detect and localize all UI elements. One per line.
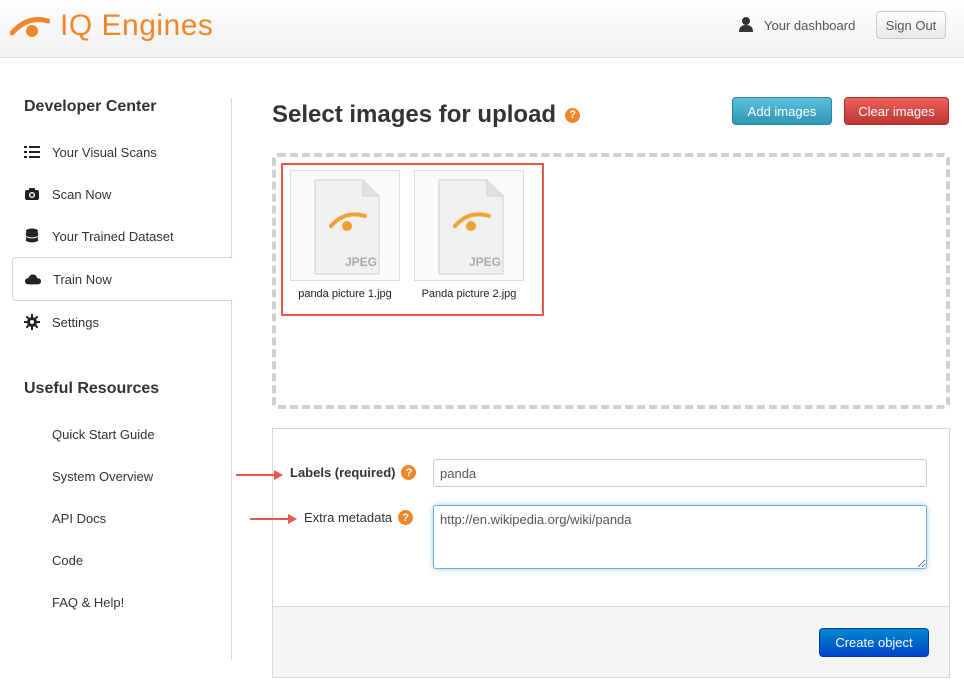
svg-text:JPEG: JPEG xyxy=(469,255,501,269)
sidebar-item-label: Train Now xyxy=(53,271,112,287)
sidebar-item-scan-now[interactable]: Scan Now xyxy=(24,173,111,215)
brand-name: IQ Engines xyxy=(60,9,214,42)
labels-field-label: Labels (required) ? xyxy=(290,465,417,480)
file-name: Panda picture 2.jpg xyxy=(421,288,517,300)
sidebar-item-label: Your Visual Scans xyxy=(52,144,157,160)
cloud-icon xyxy=(25,271,41,287)
resource-link-quick-start[interactable]: Quick Start Guide xyxy=(52,427,155,442)
useful-resources-heading: Useful Resources xyxy=(24,380,160,397)
page-title-text: Select images for upload xyxy=(272,101,557,128)
arrow-right-icon xyxy=(236,470,283,480)
sidebar-item-train-now[interactable]: Train Now xyxy=(12,257,233,301)
brand-logo[interactable]: IQ Engines xyxy=(10,10,213,42)
file-thumbnail[interactable]: JPEG xyxy=(290,170,400,281)
help-icon[interactable]: ? xyxy=(401,465,417,480)
list-icon xyxy=(24,144,40,160)
eye-logo-icon xyxy=(10,11,50,41)
resource-link-system-overview[interactable]: System Overview xyxy=(52,469,153,484)
create-object-button[interactable]: Create object xyxy=(819,628,929,657)
database-icon xyxy=(24,228,40,244)
sidebar-item-label: Scan Now xyxy=(52,186,112,202)
developer-center-heading: Developer Center xyxy=(24,98,157,115)
file-thumbnail[interactable]: JPEG xyxy=(414,170,524,281)
file-name: panda picture 1.jpg xyxy=(298,288,392,300)
metadata-field-label: Extra metadata ? xyxy=(304,510,414,525)
jpeg-file-icon: JPEG xyxy=(314,179,380,274)
metadata-textarea[interactable]: http://en.wikipedia.org/wiki/panda xyxy=(433,505,927,569)
svg-text:JPEG: JPEG xyxy=(345,255,377,269)
resource-link-api-docs[interactable]: API Docs xyxy=(52,511,106,526)
sidebar-item-trained-dataset[interactable]: Your Trained Dataset xyxy=(24,215,174,257)
labels-input[interactable] xyxy=(433,459,927,487)
resource-link-faq[interactable]: FAQ & Help! xyxy=(52,595,124,610)
sidebar-item-settings[interactable]: Settings xyxy=(24,301,99,343)
camera-icon xyxy=(24,186,40,202)
clear-images-button[interactable]: Clear images xyxy=(844,97,949,125)
dashboard-label: Your dashboard xyxy=(764,18,856,33)
sidebar-item-label: Settings xyxy=(52,314,99,330)
add-images-button[interactable]: Add images xyxy=(732,97,832,125)
top-bar: IQ Engines Your dashboard Sign Out xyxy=(0,0,964,58)
help-icon[interactable]: ? xyxy=(565,107,581,123)
help-icon[interactable]: ? xyxy=(398,510,414,525)
user-icon xyxy=(738,16,754,35)
gear-icon xyxy=(24,314,40,330)
sidebar-divider xyxy=(231,98,232,660)
labels-label-text: Labels (required) xyxy=(290,465,396,480)
arrow-right-icon xyxy=(250,514,297,524)
dashboard-link[interactable]: Your dashboard xyxy=(738,16,855,35)
sign-out-button[interactable]: Sign Out xyxy=(876,11,946,39)
jpeg-file-icon: JPEG xyxy=(438,179,504,274)
page-title: Select images for upload ? xyxy=(272,101,581,129)
resource-link-code[interactable]: Code xyxy=(52,553,83,568)
sidebar-item-visual-scans[interactable]: Your Visual Scans xyxy=(24,131,157,173)
metadata-label-text: Extra metadata xyxy=(304,510,393,525)
sidebar-item-label: Your Trained Dataset xyxy=(52,228,174,244)
